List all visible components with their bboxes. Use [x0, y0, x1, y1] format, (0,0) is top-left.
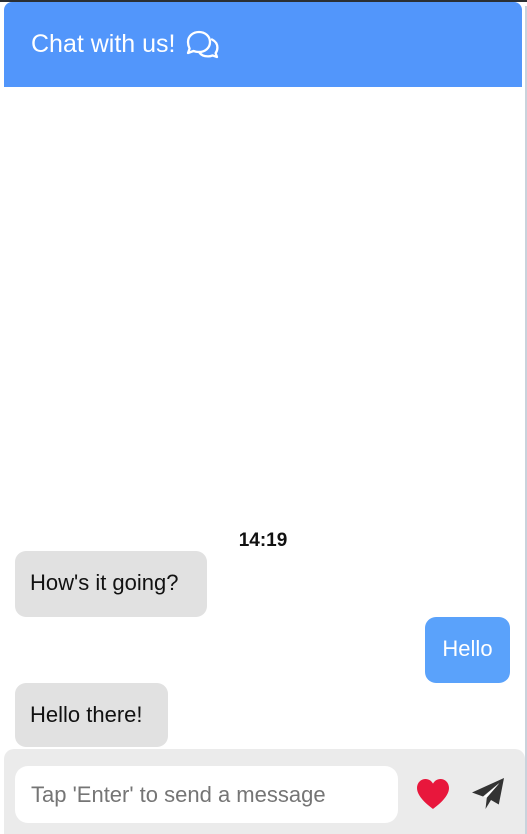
- chat-title: Chat with us!: [31, 30, 176, 58]
- message-list: 14:19 How's it going? Hello Hello there!: [4, 87, 522, 749]
- message-composer: [4, 749, 525, 834]
- chat-widget: Chat with us! 14:19 How's it going? Hell…: [4, 2, 525, 834]
- message-bubble-sent: Hello: [425, 617, 510, 683]
- send-icon[interactable]: [470, 776, 506, 812]
- message-input[interactable]: [15, 766, 398, 823]
- message-timestamp: 14:19: [238, 530, 288, 551]
- chat-bubbles-icon: [184, 30, 220, 60]
- chat-header: Chat with us!: [4, 2, 522, 87]
- message-bubble-received: How's it going?: [15, 551, 207, 617]
- heart-icon[interactable]: [415, 777, 451, 811]
- message-bubble-received: Hello there!: [15, 683, 168, 747]
- page: Chat with us! 14:19 How's it going? Hell…: [0, 0, 527, 834]
